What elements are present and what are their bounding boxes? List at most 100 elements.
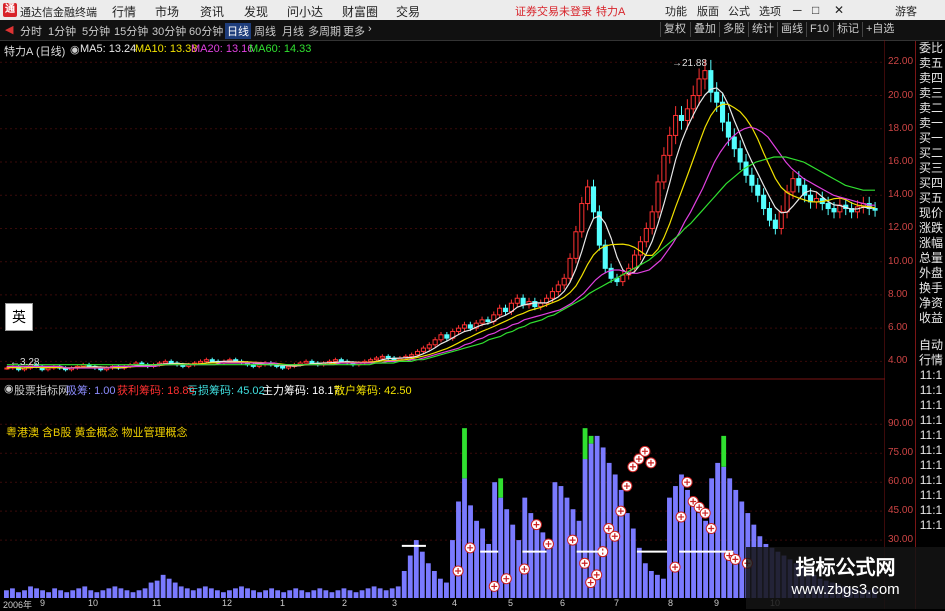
more-chevron-icon[interactable]: › (368, 23, 372, 35)
indicator-bar (401, 570, 407, 598)
menu-jiaoyi[interactable]: 交易 (396, 3, 420, 20)
legend-icon[interactable]: ◉ (70, 43, 80, 56)
candle-body (479, 319, 485, 324)
concept-tags: 粤港澳 含B股 黄金概念 物业管理概念 (6, 427, 188, 439)
quote-field[interactable]: 总量 (916, 251, 945, 266)
indicator-icon[interactable]: ◉ (4, 382, 14, 395)
quote-field[interactable]: 卖二 (916, 101, 945, 116)
period-monthly[interactable]: 月线 (282, 23, 304, 39)
indicator-bar (166, 578, 172, 598)
quote-field[interactable]: 卖四 (916, 71, 945, 86)
candle-body (420, 347, 426, 352)
quote-field[interactable]: 现价 (916, 206, 945, 221)
indicator-spike (721, 435, 727, 467)
candle-body (702, 70, 708, 80)
indicator-bar (425, 563, 431, 598)
indicator-bar (323, 590, 329, 598)
indicator-bar (437, 578, 443, 598)
trade-login-alert[interactable]: 证券交易未登录 (515, 3, 592, 19)
tick-row: 11:1 (919, 413, 943, 427)
quote-field[interactable]: 卖一 (916, 116, 945, 131)
guest-button[interactable]: 游客 (895, 3, 917, 19)
close-icon[interactable]: ✕ (834, 3, 844, 17)
menu-function[interactable]: 功能 (665, 3, 687, 19)
candle-body (414, 350, 421, 356)
quote-field[interactable]: 买三 (916, 161, 945, 176)
period-30min[interactable]: 30分钟 (152, 23, 186, 39)
menu-faxian[interactable]: 发现 (244, 3, 268, 20)
indicator-bar (88, 590, 94, 598)
period-more[interactable]: 更多 (343, 23, 365, 39)
period-daily[interactable]: 日线 (225, 23, 251, 39)
candle-body (637, 241, 643, 256)
menu-zixun[interactable]: 资讯 (200, 3, 224, 20)
period-weekly[interactable]: 周线 (254, 23, 276, 39)
nav-left-icon[interactable]: ◀ (5, 23, 13, 36)
indicator-bar (582, 459, 588, 598)
candle-body (684, 108, 690, 121)
quote-field[interactable]: 卖五 (916, 56, 945, 71)
kline-chart[interactable] (0, 40, 885, 609)
indicator-bar (413, 540, 419, 598)
btn-f10[interactable]: F10 (806, 22, 829, 37)
date-tick: 9 (40, 598, 46, 608)
btn-diejia[interactable]: 叠加 (690, 22, 716, 37)
indicator-source: 股票指标网 (14, 385, 69, 397)
indicator-bar (317, 588, 323, 598)
btn-biaoji[interactable]: 标记 (833, 22, 859, 37)
period-60min[interactable]: 60分钟 (189, 23, 223, 39)
quote-field[interactable]: 买四 (916, 176, 945, 191)
candle-body (590, 186, 597, 213)
price-tick: 4.00 (888, 355, 908, 367)
menu-wenxiaoda[interactable]: 问小达 (287, 3, 323, 20)
quote-field[interactable]: 买一 (916, 131, 945, 146)
btn-tongji[interactable]: 统计 (748, 22, 774, 37)
indicator-bar (733, 489, 739, 598)
date-tick: 8 (668, 598, 674, 608)
quote-field[interactable]: 收益 (916, 311, 945, 326)
candle-body (678, 114, 685, 121)
indicator-bar (685, 489, 690, 598)
indicator-bar (679, 474, 684, 598)
menu-shichang[interactable]: 市场 (155, 3, 179, 20)
candle-body (737, 148, 743, 163)
indicator-bar (673, 486, 678, 598)
date-tick: 2006年 (3, 600, 33, 610)
quote-field[interactable]: 换手 (916, 281, 945, 296)
period-multi[interactable]: 多周期 (308, 23, 341, 39)
quote-field[interactable]: 外盘 (916, 266, 945, 281)
tick-row: 11:1 (919, 443, 943, 457)
period-fenshi[interactable]: 分时 (20, 23, 42, 39)
quote-field[interactable]: 买二 (916, 146, 945, 161)
indicator-bar (148, 582, 154, 598)
candle-body (409, 354, 415, 357)
indicator-bar (347, 590, 353, 598)
btn-zixuan[interactable]: +自选 (862, 22, 894, 37)
quote-field[interactable]: 卖三 (916, 86, 945, 101)
date-tick: 3 (392, 598, 398, 608)
maximize-icon[interactable]: □ (812, 3, 819, 17)
indicator-bar (299, 590, 305, 598)
btn-huaxian[interactable]: 画线 (777, 22, 803, 37)
menu-hangqing[interactable]: 行情 (112, 3, 136, 20)
menu-formula[interactable]: 公式 (728, 3, 750, 19)
minimize-icon[interactable]: ─ (793, 3, 802, 17)
quote-field[interactable]: 买五 (916, 191, 945, 206)
btn-duogu[interactable]: 多股 (719, 22, 745, 37)
menu-layout[interactable]: 版面 (697, 3, 719, 19)
quote-field[interactable]: 净资 (916, 296, 945, 311)
indicator-bar (4, 590, 9, 598)
menu-options[interactable]: 选项 (759, 3, 781, 19)
period-1min[interactable]: 1分钟 (48, 23, 76, 39)
indicator-bar (293, 588, 299, 598)
period-15min[interactable]: 15分钟 (114, 23, 148, 39)
quote-field[interactable]: 涨跌 (916, 221, 945, 236)
period-5min[interactable]: 5分钟 (82, 23, 110, 39)
quote-field[interactable]: 委比 (916, 41, 945, 56)
candle-body (309, 360, 315, 364)
quote-field[interactable]: 涨幅 (916, 236, 945, 251)
indicator-bar (377, 588, 383, 598)
app-name: 通达信金融终端 (20, 7, 97, 19)
menu-caifuquan[interactable]: 财富圈 (342, 3, 378, 20)
btn-fuquan[interactable]: 复权 (660, 22, 686, 37)
